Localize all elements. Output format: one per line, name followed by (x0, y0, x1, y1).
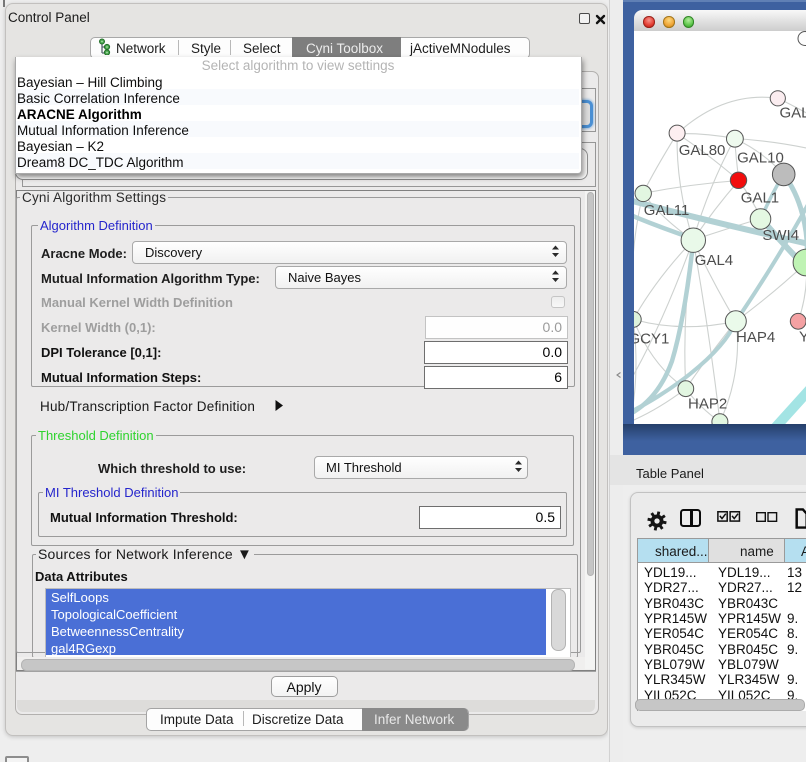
svg-text:GAL: GAL (780, 105, 806, 122)
svg-text:Y: Y (799, 328, 806, 345)
svg-text:GAL11: GAL11 (644, 202, 690, 219)
svg-text:HAP2: HAP2 (688, 396, 727, 413)
svg-text:GAL80: GAL80 (679, 142, 726, 159)
svg-text:GAL4: GAL4 (695, 252, 733, 269)
svg-text:GCY1: GCY1 (634, 331, 669, 348)
svg-text:HAP4: HAP4 (736, 329, 775, 346)
svg-text:SWI4: SWI4 (762, 227, 799, 244)
svg-text:GAL1: GAL1 (741, 189, 779, 206)
svg-text:GAL10: GAL10 (737, 150, 784, 167)
